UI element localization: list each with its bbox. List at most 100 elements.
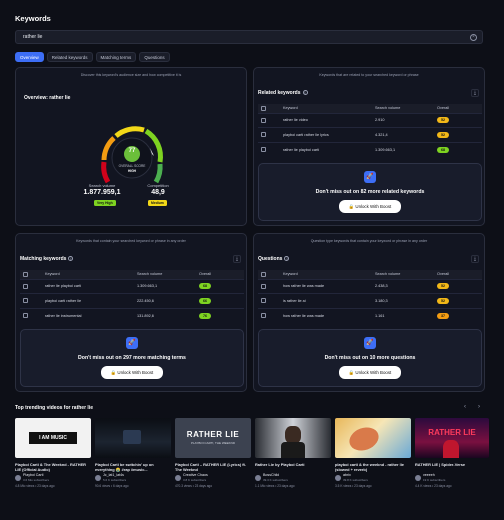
video-stats: 3.5 K views • 23 days ago [335, 483, 372, 488]
row-keyword[interactable]: rather lie playboi carti [280, 141, 372, 157]
video-card[interactable]: playboi carti & the weeknd - rather lie … [335, 418, 411, 488]
video-thumbnail[interactable]: RATHER LIE PLAYBOI CARTI, THE WEEKND [175, 418, 251, 458]
video-card[interactable]: RATHER LIE RATHER LIE | Spider-Verse vee… [415, 418, 489, 488]
row-keyword[interactable]: rather lie playboi carti [42, 278, 134, 294]
competition-label: Competition [147, 183, 169, 188]
info-icon[interactable]: i [68, 256, 74, 262]
matching-note: Keywords that contain your searched keyw… [76, 239, 186, 243]
unlock-boost-button[interactable]: 🔒 Unlock With Boost [339, 366, 401, 379]
overview-note: Discover this keyword's audience size an… [80, 73, 182, 77]
info-icon[interactable]: i [284, 256, 290, 262]
tab-bar: Overview Related keywords Matching terms… [15, 52, 170, 62]
video-thumbnail[interactable] [335, 418, 411, 458]
video-thumbnail[interactable]: RATHER LIE [415, 418, 489, 458]
search-volume-label: Search volume [88, 183, 116, 188]
row-keyword[interactable]: playboi carti rather lie lyrics [280, 127, 372, 142]
col-overall: Overall [434, 270, 482, 279]
video-stats: 90.6 views • 6 days ago [95, 483, 129, 488]
overall-badge: 66 [199, 297, 211, 304]
thumbnail-text: RATHER LIE [186, 430, 240, 439]
row-checkbox[interactable] [261, 283, 266, 289]
row-checkbox[interactable] [23, 283, 28, 289]
rocket-icon: 🚀 [364, 337, 376, 349]
video-thumbnail[interactable]: I AM MUSIC [15, 418, 91, 458]
video-thumbnail[interactable] [95, 418, 171, 458]
unlock-boost-button[interactable]: 🔒 Unlock With Boost [101, 366, 163, 379]
row-checkbox[interactable] [261, 147, 266, 152]
row-volume: 1.161 [372, 307, 434, 323]
select-all-checkbox[interactable] [23, 271, 28, 277]
unlock-boost-button[interactable]: 🔒 Unlock With Boost [339, 200, 401, 213]
select-all-checkbox[interactable] [261, 271, 266, 277]
video-title[interactable]: playboi carti & the weeknd - rather lie … [335, 462, 411, 472]
video-title[interactable]: Playboi Carti be switchin' up on everyth… [95, 462, 171, 472]
row-checkbox[interactable] [261, 132, 266, 138]
rocket-icon: 🚀 [364, 171, 376, 183]
score-rating: HIGH [128, 169, 136, 173]
table-row: rather lie playboi carti 1.309.663,1 68 [258, 141, 482, 157]
related-title: Related keywords i [258, 90, 308, 96]
related-note: Keywords that are related to your search… [319, 73, 419, 77]
table-row: rather lie video 2.910 52 [258, 112, 482, 128]
search-volume-value: 1.877.959,1 [83, 189, 121, 196]
row-checkbox[interactable] [23, 298, 28, 304]
row-keyword[interactable]: rather lie video [280, 112, 372, 128]
upsell-text: Don't miss out on 82 more related keywor… [315, 189, 425, 195]
channel-subs: 39.3 K subscribers [263, 477, 288, 482]
tab-overview[interactable]: Overview [15, 52, 44, 62]
table-row: playboi carti rather lie lyrics 4.321,4 … [258, 127, 482, 142]
video-title[interactable]: RATHER LIE | Spider-Verse [415, 462, 489, 472]
tab-questions[interactable]: Questions [139, 52, 170, 62]
video-card[interactable]: I AM MUSIC Playboi Carti & The Weeknd - … [15, 418, 91, 488]
select-all-checkbox[interactable] [261, 105, 266, 111]
channel-subs: 19 K subscribers [423, 477, 446, 482]
prev-arrow-icon[interactable]: ‹ [464, 404, 466, 410]
row-keyword[interactable]: how rather lie was made [280, 278, 372, 294]
row-checkbox[interactable] [261, 313, 266, 318]
page-title: Keywords [15, 14, 51, 23]
download-icon[interactable]: ⤓ [471, 255, 479, 263]
overall-badge: 52 [437, 297, 449, 304]
video-card[interactable]: RATHER LIE PLAYBOI CARTI, THE WEEKND Pla… [175, 418, 251, 488]
table-row: how rather lie was made 2.438,3 52 [258, 278, 482, 294]
info-icon[interactable]: i [302, 90, 308, 96]
video-card[interactable]: Playboi Carti be switchin' up on everyth… [95, 418, 171, 488]
clear-icon[interactable]: × [470, 33, 477, 41]
video-title[interactable]: Rather Lie by Playboi Carti [255, 462, 331, 472]
related-upsell-card: 🚀 Don't miss out on 82 more related keyw… [258, 163, 482, 221]
video-stats: 4.8 Mio views • 23 days ago [15, 483, 55, 488]
row-checkbox[interactable] [23, 313, 28, 318]
video-card[interactable]: Rather Lie by Playboi Carti BossChild 39.… [255, 418, 331, 488]
video-stats: 4.4 K views • 23 days ago [415, 483, 452, 488]
row-checkbox[interactable] [261, 298, 266, 304]
rocket-icon: 🚀 [126, 337, 138, 349]
col-overall: Overall [196, 270, 244, 279]
channel-subs: 39.8 K subscribers [343, 477, 368, 482]
tab-related-keywords[interactable]: Related keywords [46, 52, 93, 62]
row-checkbox[interactable] [261, 117, 266, 123]
row-keyword[interactable]: is rather lie ai [280, 293, 372, 308]
row-keyword[interactable]: rather lie instrumental [42, 307, 134, 323]
overall-badge: 68 [199, 283, 211, 290]
avatar [95, 474, 101, 481]
video-title[interactable]: Playboi Carti & The Weeknd - RATHER LIE … [15, 462, 91, 472]
table-row: rather lie instrumental 131.892,6 76 [20, 307, 244, 323]
row-keyword[interactable]: playboi carti rather lie [42, 293, 134, 308]
search-input[interactable]: rather lie × [15, 30, 483, 44]
search-value: rather lie [23, 34, 43, 40]
video-title[interactable]: Playboi Carti – RATHER LIE (Lyrics) ft. … [175, 462, 251, 472]
next-arrow-icon[interactable]: › [478, 404, 480, 410]
questions-note: Question type keywords that contain your… [310, 239, 428, 243]
videos-section-title: Top trending videos for rather lie [15, 405, 93, 411]
tab-matching-terms[interactable]: Matching terms [95, 52, 137, 62]
video-stats: 470.3 views • 23 days ago [175, 483, 213, 488]
download-icon[interactable]: ⤓ [471, 89, 479, 97]
download-icon[interactable]: ⤓ [233, 255, 241, 263]
video-thumbnail[interactable] [255, 418, 331, 458]
questions-upsell-card: 🚀 Don't miss out on 10 more questions 🔒 … [258, 329, 482, 387]
col-keyword: Keyword [42, 270, 134, 279]
row-keyword[interactable]: how rather lie was made [280, 307, 372, 323]
col-search-volume: Search volume [134, 270, 196, 279]
competition-value: 48,9 [151, 189, 165, 196]
matching-table: Keyword Search volume Overall rather lie… [20, 270, 244, 323]
